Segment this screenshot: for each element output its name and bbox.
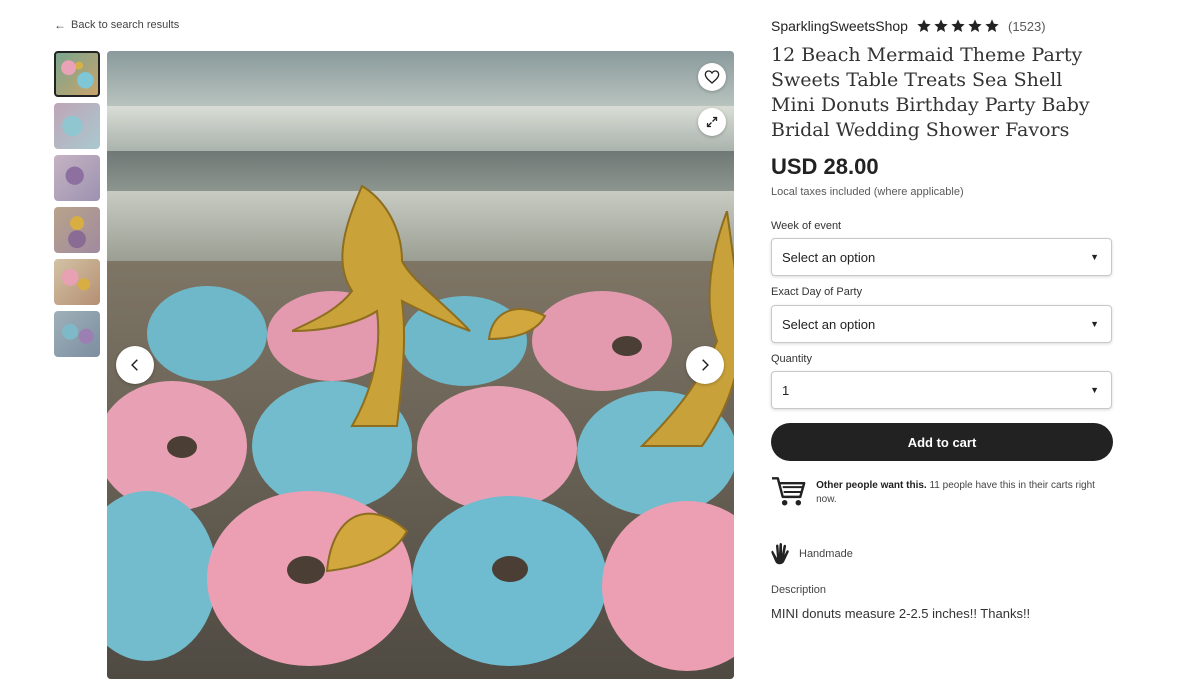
chevron-right-icon — [702, 359, 709, 371]
mermaid-tail-decoration — [639, 211, 734, 447]
thumbnail-5[interactable] — [54, 259, 100, 305]
back-to-search-link[interactable]: ← Back to search results — [54, 18, 179, 32]
donut — [147, 286, 267, 381]
previous-image-button[interactable] — [116, 346, 154, 384]
thumbnail-1[interactable] — [54, 51, 100, 97]
thumbnail-2[interactable] — [54, 103, 100, 149]
arrow-left-icon: ← — [54, 18, 66, 32]
description-text: MINI donuts measure 2-2.5 inches!! Thank… — [771, 606, 1031, 621]
thumbnail-strip — [54, 51, 102, 363]
star-icon — [917, 19, 931, 32]
back-link-label: Back to search results — [71, 19, 180, 31]
expand-icon — [706, 116, 718, 128]
thumbnail-4[interactable] — [54, 207, 100, 253]
caret-down-icon: ▼ — [1090, 319, 1099, 329]
quantity-label: Quantity — [771, 353, 812, 365]
thumbnail-6[interactable] — [54, 311, 100, 357]
week-of-event-label: Week of event — [771, 220, 842, 232]
chevron-left-icon — [131, 359, 138, 371]
demand-text: Other people want this. 11 people have t… — [816, 479, 1111, 508]
next-image-button[interactable] — [686, 346, 724, 384]
seashell-decoration — [325, 512, 409, 573]
caret-down-icon: ▼ — [1090, 385, 1099, 395]
caret-down-icon: ▼ — [1090, 252, 1099, 262]
exact-day-label: Exact Day of Party — [771, 286, 863, 298]
exact-day-value: Select an option — [782, 316, 876, 332]
thumbnail-3[interactable] — [54, 155, 100, 201]
expand-image-button[interactable] — [698, 108, 726, 136]
shop-name-link[interactable]: SparklingSweetsShop — [771, 18, 908, 34]
review-count[interactable]: (1523) — [1008, 19, 1046, 34]
wood-plank — [107, 106, 734, 151]
star-icon — [951, 19, 965, 32]
listing-title: 12 Beach Mermaid Theme Party Sweets Tabl… — [771, 44, 1090, 141]
quantity-select[interactable]: 1 ▼ — [771, 371, 1112, 409]
handmade-highlight: Handmade — [771, 543, 853, 565]
donut-hole — [167, 436, 197, 458]
wood-plank — [107, 51, 734, 106]
star-icon — [934, 19, 948, 32]
mermaid-tail-decoration — [292, 184, 471, 427]
add-to-cart-button[interactable]: Add to cart — [771, 423, 1113, 461]
star-icon — [968, 19, 982, 32]
tax-note: Local taxes included (where applicable) — [771, 186, 964, 198]
hand-icon — [771, 543, 789, 565]
donut-hole — [492, 556, 528, 582]
star-icon — [985, 19, 999, 32]
donut-hole — [287, 556, 325, 584]
description-label: Description — [771, 584, 827, 596]
rating-stars[interactable] — [916, 18, 1000, 34]
favorite-button[interactable] — [698, 63, 726, 91]
main-product-image — [107, 51, 734, 679]
handmade-label: Handmade — [799, 548, 853, 560]
price: USD 28.00 — [771, 154, 879, 179]
week-of-event-value: Select an option — [782, 249, 876, 265]
exact-day-select[interactable]: Select an option ▼ — [771, 305, 1112, 343]
seashell-decoration — [487, 308, 547, 341]
demand-notice: Other people want this. 11 people have t… — [771, 474, 1111, 508]
demand-bold-text: Other people want this. — [816, 480, 927, 491]
quantity-value: 1 — [782, 382, 790, 398]
heart-icon — [704, 70, 720, 84]
shopping-cart-icon — [771, 477, 806, 506]
week-of-event-select[interactable]: Select an option ▼ — [771, 238, 1112, 276]
shop-info: SparklingSweetsShop (1523) — [771, 18, 1046, 34]
